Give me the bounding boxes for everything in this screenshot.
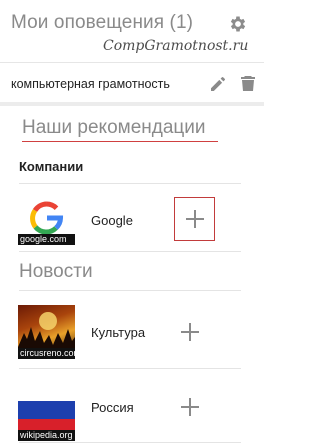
news-heading: Новости bbox=[19, 261, 93, 282]
alert-query-label[interactable]: компьютерная грамотность bbox=[11, 77, 170, 91]
flag-blue-stripe bbox=[18, 401, 75, 419]
companies-heading: Компании bbox=[19, 159, 84, 174]
divider bbox=[19, 251, 241, 252]
list-item: google.com Google bbox=[0, 192, 264, 248]
news-label: Культура bbox=[91, 325, 146, 340]
add-topic-button[interactable] bbox=[181, 323, 199, 341]
add-google-button[interactable] bbox=[174, 197, 215, 241]
gear-icon[interactable] bbox=[228, 14, 248, 34]
concert-photo-thumbnail: circusreno.com bbox=[18, 305, 75, 359]
trash-icon[interactable] bbox=[241, 75, 255, 92]
list-item: wikipedia.org Россия bbox=[0, 388, 264, 441]
divider bbox=[19, 290, 241, 291]
page-title: Мои оповещения (1) bbox=[11, 12, 194, 33]
company-label: Google bbox=[91, 213, 133, 228]
watermark-text: CompGramotnost.ru bbox=[103, 38, 249, 54]
thumbnail-caption: wikipedia.org bbox=[18, 430, 75, 441]
list-item: circusreno.com Культура bbox=[0, 300, 264, 360]
recommendations-title: Наши рекомендации bbox=[22, 117, 206, 138]
alerts-header: Мои оповещения (1) CompGramotnost.ru bbox=[0, 0, 264, 62]
plus-icon bbox=[186, 210, 204, 228]
divider bbox=[19, 183, 241, 184]
divider bbox=[19, 442, 241, 443]
news-label: Россия bbox=[91, 400, 134, 415]
divider bbox=[19, 368, 241, 369]
thumbnail-caption: circusreno.com bbox=[18, 348, 75, 359]
russia-flag-thumbnail: wikipedia.org bbox=[18, 397, 75, 441]
alert-item[interactable]: компьютерная грамотность bbox=[0, 62, 264, 106]
recommendations-underline bbox=[22, 141, 218, 142]
pencil-icon[interactable] bbox=[210, 76, 226, 92]
add-topic-button[interactable] bbox=[181, 398, 199, 416]
thumbnail-caption: google.com bbox=[18, 234, 75, 245]
google-logo-thumbnail: google.com bbox=[18, 199, 75, 245]
